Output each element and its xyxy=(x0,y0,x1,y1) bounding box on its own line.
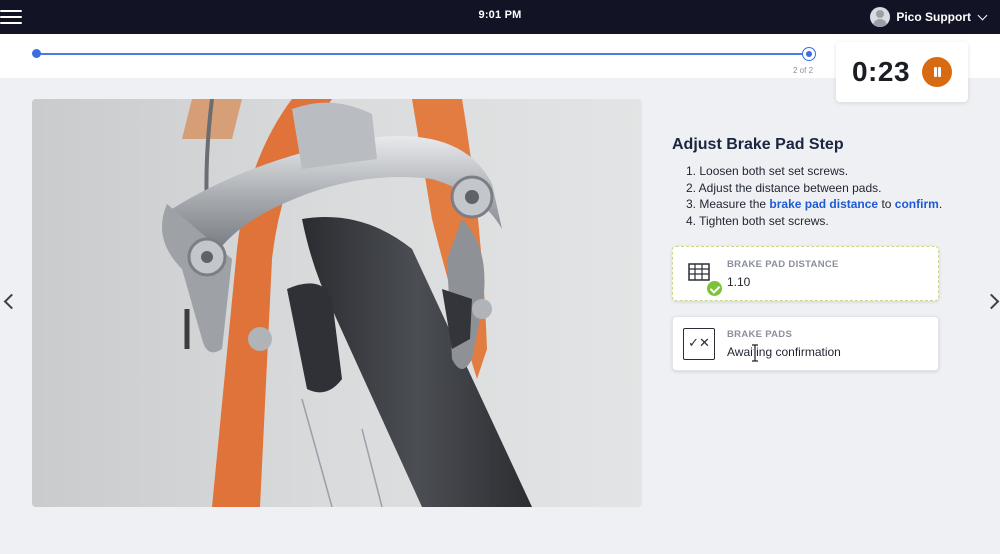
step-title: Adjust Brake Pad Step xyxy=(672,136,844,153)
step-list: 1. Loosen both set set screws. 2. Adjust… xyxy=(672,163,972,229)
brake-pad-distance-label: BRAKE PAD DISTANCE xyxy=(727,259,839,270)
progress-track xyxy=(36,53,809,55)
brake-pads-status: Awaiting confirmation xyxy=(727,345,841,359)
step-3-prefix: 3. Measure the xyxy=(686,197,770,211)
step-3-suffix: . xyxy=(938,197,943,211)
instructions-panel: Adjust Brake Pad Step 1. Loosen both set… xyxy=(672,136,972,229)
step-marker-1[interactable] xyxy=(32,49,41,58)
chevron-left-icon[interactable] xyxy=(2,292,16,310)
brake-pads-card[interactable]: ✓✕ BRAKE PADS Awaiting confirmation xyxy=(672,316,939,371)
step-timer: 0:23 xyxy=(836,42,968,102)
bicycle-brake-photo xyxy=(32,99,642,507)
brake-pad-distance-value: 1.10 xyxy=(727,275,751,289)
brake-pad-distance-card[interactable]: BRAKE PAD DISTANCE 1.10 xyxy=(672,246,939,301)
step-item-4: 4. Tighten both set screws. xyxy=(686,213,829,228)
brake-illustration xyxy=(32,99,642,507)
step-item-3: 3. Measure the brake pad distance to con… xyxy=(686,196,972,213)
clock-time: 9:01 PM xyxy=(478,9,522,21)
top-bar: 9:01 PM Pico Support xyxy=(0,0,1000,34)
pause-icon xyxy=(934,67,937,77)
step-item-2: 2. Adjust the distance between pads. xyxy=(686,180,882,195)
check-icon xyxy=(706,280,723,297)
step-item-1: 1. Loosen both set set screws. xyxy=(686,164,849,178)
timer-value: 0:23 xyxy=(851,56,911,87)
step-marker-2[interactable] xyxy=(802,47,816,61)
pause-button[interactable] xyxy=(922,57,953,87)
avatar-icon xyxy=(870,7,891,27)
chevron-right-icon[interactable] xyxy=(986,292,1000,310)
brake-pad-distance-link[interactable]: brake pad distance xyxy=(769,197,878,211)
user-menu[interactable]: Pico Support xyxy=(870,3,988,31)
user-name: Pico Support xyxy=(896,10,971,24)
text-cursor-icon xyxy=(752,344,758,362)
brake-pads-label: BRAKE PADS xyxy=(727,329,793,340)
step-3-mid: to xyxy=(878,197,895,211)
check-x-box-icon: ✓✕ xyxy=(683,328,715,360)
step-count: 2 of 2 xyxy=(793,66,814,75)
confirm-link[interactable]: confirm xyxy=(895,197,939,211)
chevron-down-icon xyxy=(977,10,988,20)
